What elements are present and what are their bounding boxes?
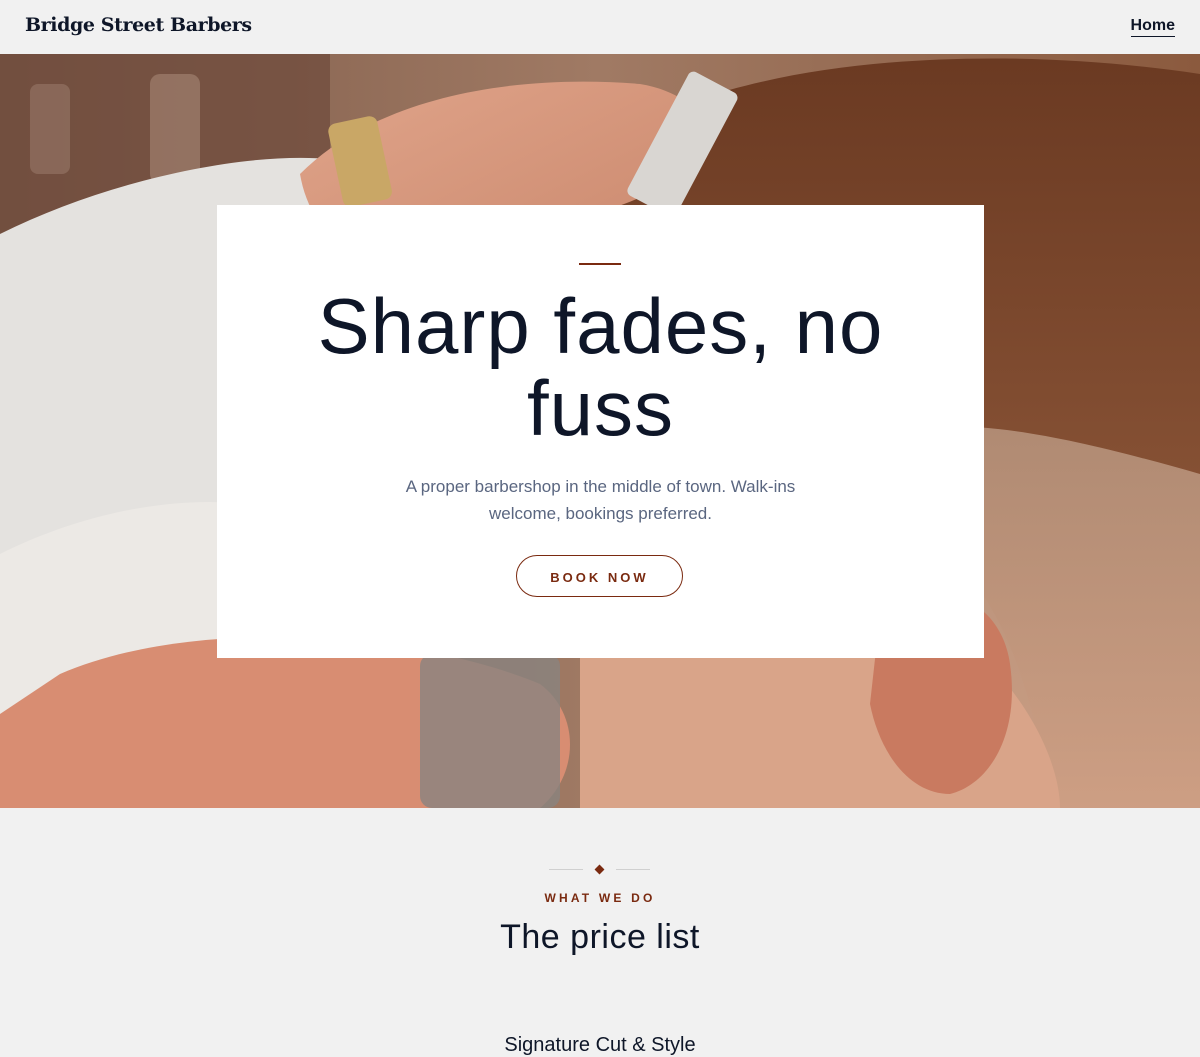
book-now-button[interactable]: BOOK NOW [516,555,683,597]
hero-card: Sharp fades, no fuss A proper barbershop… [217,205,984,658]
hero-accent-line [579,263,621,265]
section-divider-left [549,869,583,870]
nav-link-home[interactable]: Home [1130,17,1175,37]
section-title: The price list [500,918,700,956]
section-divider-right [616,869,650,870]
hero-section: Sharp fades, no fuss A proper barbershop… [0,54,1200,808]
site-header: Bridge Street Barbers Home [0,0,1200,54]
section-eyebrow: WHAT WE DO [544,891,656,905]
hero-title: Sharp fades, no fuss [317,282,884,452]
diamond-icon [594,864,605,875]
price-list-section: WHAT WE DO The price list Signature Cut … [0,808,1200,1056]
service-item-name: Signature Cut & Style [504,1034,696,1056]
hero-subtitle: A proper barbershop in the middle of tow… [405,477,796,523]
brand-logo-text[interactable]: Bridge Street Barbers [25,14,252,36]
